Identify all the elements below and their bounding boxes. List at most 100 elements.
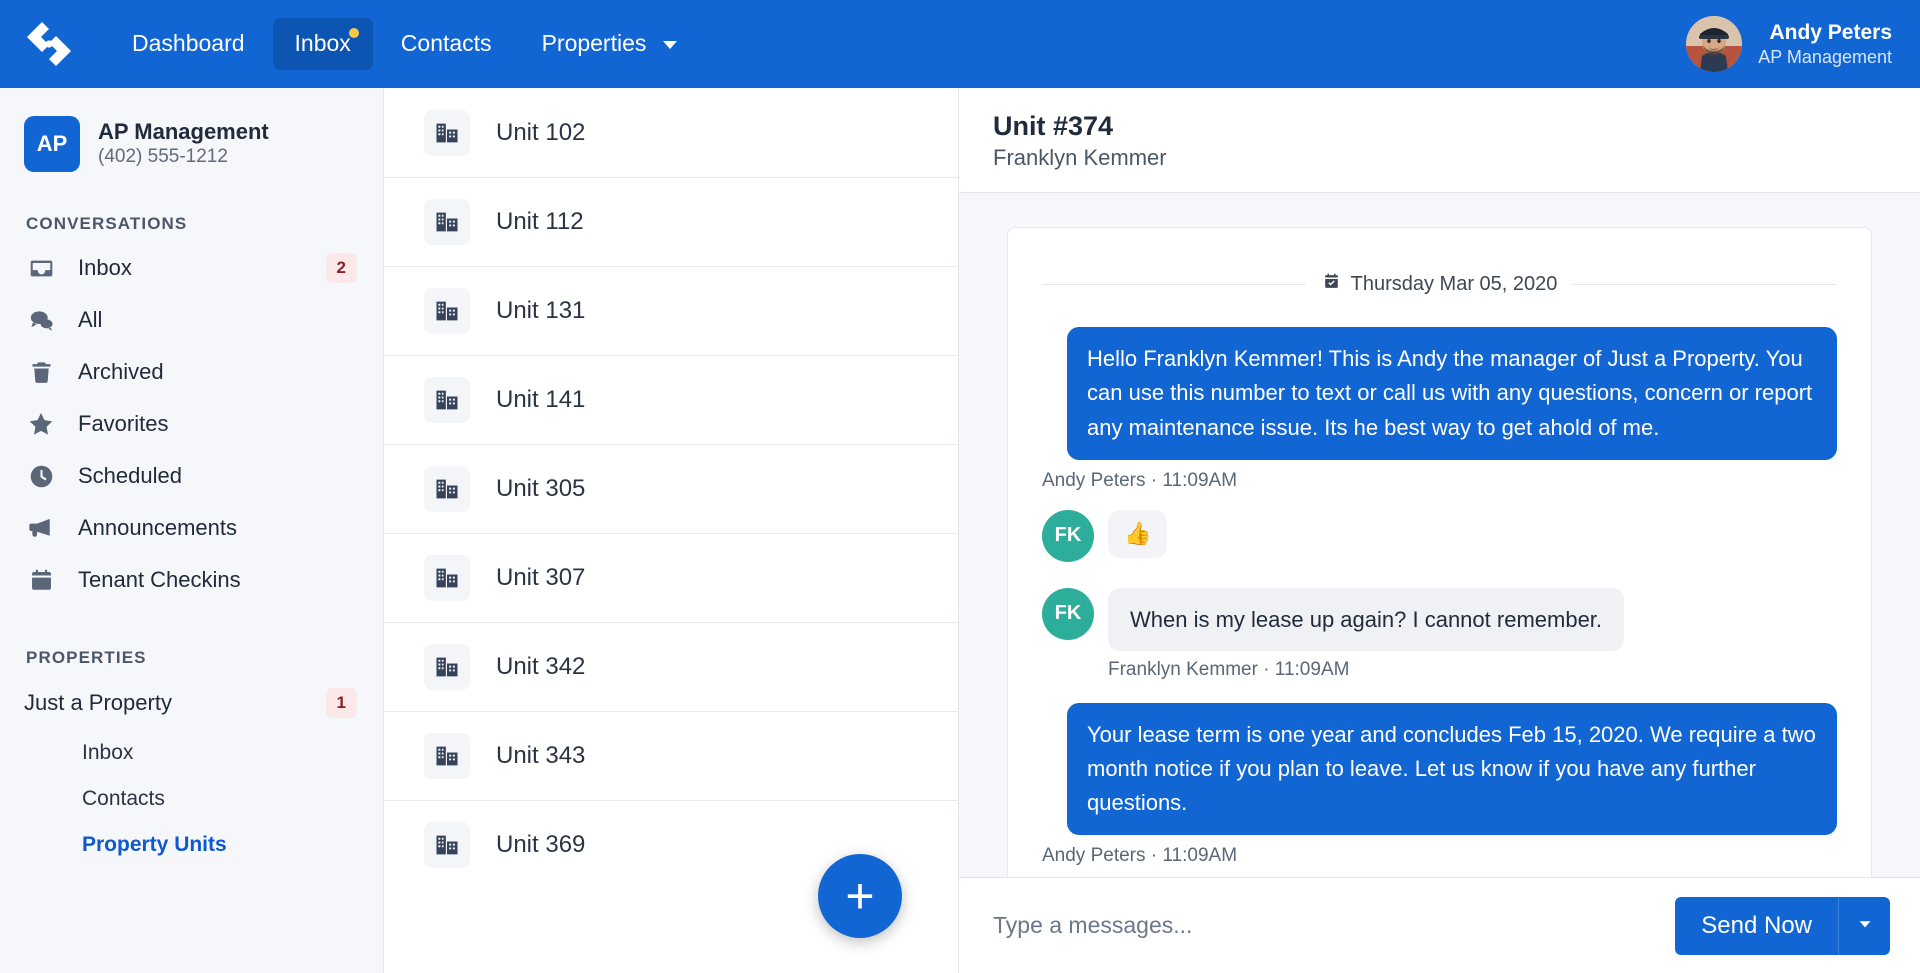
sidebar-item-inbox[interactable]: Inbox 2 [0, 242, 383, 294]
sidebar-item-scheduled[interactable]: Scheduled [0, 450, 383, 502]
send-button-group: Send Now [1675, 896, 1890, 955]
list-item[interactable]: Unit 343 [384, 711, 958, 800]
list-item[interactable]: Unit 102 [384, 88, 958, 177]
nav-item-properties-label: Properties [541, 30, 647, 57]
user-menu[interactable]: Andy Peters AP Management [1686, 0, 1892, 88]
avatar: FK [1042, 587, 1094, 640]
inbox-icon [24, 255, 58, 282]
date-divider: Thursday Mar 05, 2020 [1042, 272, 1837, 297]
sidebar-subitem-inbox-label: Inbox [82, 741, 134, 764]
top-navigation-bar: Dashboard Inbox Contacts Properties Andy… [0, 0, 1920, 88]
building-icon [424, 377, 470, 423]
sidebar-item-favorites-label: Favorites [78, 411, 169, 436]
brand-diamond-logo-icon[interactable] [22, 17, 76, 71]
nav-item-dashboard-label: Dashboard [132, 30, 245, 57]
avatar: FK [1042, 509, 1094, 562]
org-header[interactable]: AP AP Management (402) 555-1212 [0, 116, 383, 172]
sidebar-item-all-label: All [78, 307, 103, 332]
date-divider-text: Thursday Mar 05, 2020 [1322, 272, 1558, 297]
message-bubble: Your lease term is one year and conclude… [1067, 702, 1837, 835]
list-item[interactable]: Unit 342 [384, 622, 958, 711]
list-item[interactable]: Unit 307 [384, 533, 958, 622]
list-item-label: Unit 343 [496, 742, 586, 769]
trash-icon [24, 359, 58, 386]
property-units-list: Unit 102 Unit 112 Unit 131 Unit 141 Unit… [384, 88, 959, 973]
list-item-label: Unit 305 [496, 475, 586, 502]
sidebar-item-announcements-label: Announcements [78, 515, 237, 540]
messages-scroll-area[interactable]: Thursday Mar 05, 2020 Hello Franklyn Kem… [959, 193, 1920, 877]
list-item[interactable]: Unit 141 [384, 355, 958, 444]
nav-item-dashboard[interactable]: Dashboard [110, 18, 267, 70]
main-body: AP AP Management (402) 555-1212 CONVERSA… [0, 88, 1920, 973]
nav-item-inbox-label: Inbox [294, 30, 351, 57]
chat-bubbles-icon [24, 307, 58, 334]
nav-item-contacts[interactable]: Contacts [379, 18, 514, 70]
message-bubble: Hello Franklyn Kemmer! This is Andy the … [1067, 327, 1837, 460]
sidebar-item-announcements[interactable]: Announcements [0, 502, 383, 554]
sidebar-subitem-contacts-label: Contacts [82, 787, 165, 810]
app-root: Dashboard Inbox Contacts Properties Andy… [0, 0, 1920, 973]
list-item-label: Unit 112 [496, 208, 584, 235]
conversation-header: Unit #374 Franklyn Kemmer [959, 88, 1920, 194]
send-options-dropdown-button[interactable] [1838, 896, 1890, 955]
list-item[interactable]: Unit 131 [384, 266, 958, 355]
user-identity: Andy Peters AP Management [1758, 20, 1892, 69]
add-unit-button[interactable]: + [818, 854, 902, 938]
sidebar-subitem-contacts[interactable]: Contacts [0, 776, 383, 822]
message-meta: Andy Peters · 11:09AM [1042, 469, 1238, 491]
calendar-icon [24, 567, 58, 594]
sidebar-subitem-property-units-label: Property Units [82, 833, 227, 856]
send-now-button[interactable]: Send Now [1675, 896, 1838, 955]
list-item-label: Unit 141 [496, 386, 586, 413]
sidebar-item-archived-label: Archived [78, 359, 164, 384]
list-item[interactable]: Unit 112 [384, 177, 958, 266]
org-name: AP Management [98, 118, 269, 144]
building-icon [424, 466, 470, 512]
user-avatar-photo-icon [1686, 16, 1743, 72]
sidebar-property-badge: 1 [325, 688, 357, 718]
list-item[interactable]: Unit 305 [384, 444, 958, 533]
org-info: AP Management (402) 555-1212 [98, 118, 269, 170]
sidebar-item-tenant-checkins[interactable]: Tenant Checkins [0, 554, 383, 606]
list-item-label: Unit 369 [496, 831, 586, 858]
sidebar-subitem-inbox[interactable]: Inbox [0, 730, 383, 776]
page-title: Unit #374 [993, 111, 1114, 141]
sidebar-item-inbox-label: Inbox [78, 255, 132, 280]
sidebar-subitem-property-units[interactable]: Property Units [0, 822, 383, 868]
building-icon [424, 199, 470, 245]
message-incoming: FK When is my lease up again? I cannot r… [1042, 587, 1837, 651]
user-org: AP Management [1758, 46, 1892, 67]
sidebar: AP AP Management (402) 555-1212 CONVERSA… [0, 88, 384, 973]
unread-dot-icon [348, 28, 359, 39]
message-bubble: When is my lease up again? I cannot reme… [1108, 587, 1625, 651]
message-input[interactable] [993, 912, 1658, 939]
nav-item-properties[interactable]: Properties [520, 18, 699, 70]
list-item-label: Unit 342 [496, 653, 586, 680]
org-phone: (402) 555-1212 [98, 146, 228, 168]
sidebar-item-favorites[interactable]: Favorites [0, 398, 383, 450]
megaphone-icon [24, 514, 58, 542]
list-item-label: Unit 102 [496, 118, 586, 146]
user-name: Andy Peters [1769, 20, 1892, 44]
list-item-label: Unit 307 [496, 564, 586, 591]
sidebar-item-archived[interactable]: Archived [0, 346, 383, 398]
message-meta: Franklyn Kemmer · 11:09AM [1108, 658, 1350, 680]
divider-line-right [1573, 284, 1837, 286]
calendar-check-icon [1322, 272, 1341, 297]
message-meta: Andy Peters · 11:09AM [1042, 844, 1238, 866]
building-icon [424, 822, 470, 868]
sidebar-property-just-a-property[interactable]: Just a Property 1 [0, 676, 383, 730]
chevron-down-icon [1857, 916, 1873, 935]
building-icon [424, 109, 470, 156]
primary-nav-items: Dashboard Inbox Contacts Properties [110, 18, 699, 70]
sidebar-item-all[interactable]: All [0, 294, 383, 346]
building-icon [424, 555, 470, 601]
date-label: Thursday Mar 05, 2020 [1350, 273, 1558, 296]
section-label-properties: PROPERTIES [26, 648, 147, 667]
building-icon [424, 733, 470, 779]
reaction-thumbs-up-icon: 👍 [1108, 509, 1168, 558]
nav-item-inbox[interactable]: Inbox [272, 18, 373, 70]
clock-icon [24, 463, 58, 490]
star-icon [24, 410, 58, 438]
